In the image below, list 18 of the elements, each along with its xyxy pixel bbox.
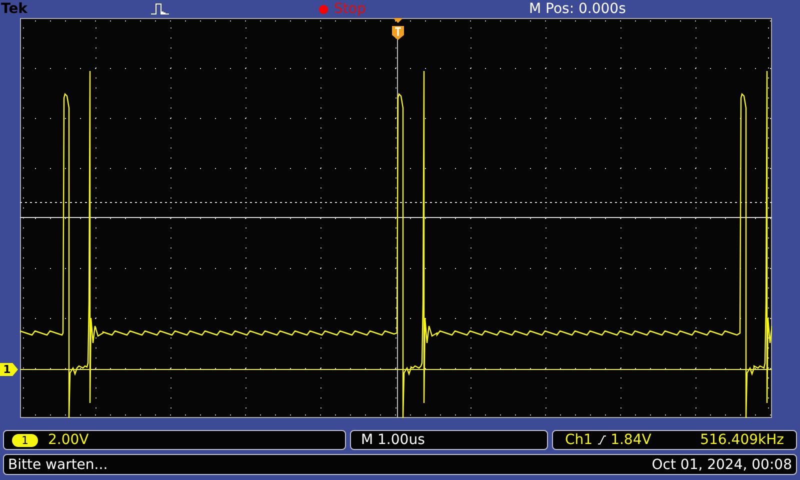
pulse-icon xyxy=(151,3,169,15)
channel-badge: 1 xyxy=(12,434,38,446)
timebase-panel[interactable]: M 1.00us xyxy=(350,430,548,450)
trigger-source: Ch1 xyxy=(565,432,593,448)
run-state: Stop xyxy=(334,1,366,17)
status-message: Bitte warten... xyxy=(8,456,108,472)
volts-per-div: 2.00V xyxy=(48,432,89,448)
timebase-readout: M 1.00us xyxy=(361,432,425,448)
frequency-readout: 516.409kHz xyxy=(700,432,785,448)
channel-scale-panel[interactable]: 1 2.00V xyxy=(3,430,346,450)
channel-marker[interactable]: 1 xyxy=(0,363,18,376)
trigger-level: 1.84V xyxy=(610,432,652,448)
position-readout: M Pos: 0.000s xyxy=(529,1,626,17)
trigger-panel[interactable]: Ch1 1.84V 516.409kHz xyxy=(552,430,797,450)
brand-label: Tek xyxy=(0,1,28,17)
rising-edge-icon xyxy=(596,435,607,445)
date-time: Oct 01, 2024, 00:08 xyxy=(652,456,792,472)
trigger-position-icon xyxy=(391,18,405,40)
